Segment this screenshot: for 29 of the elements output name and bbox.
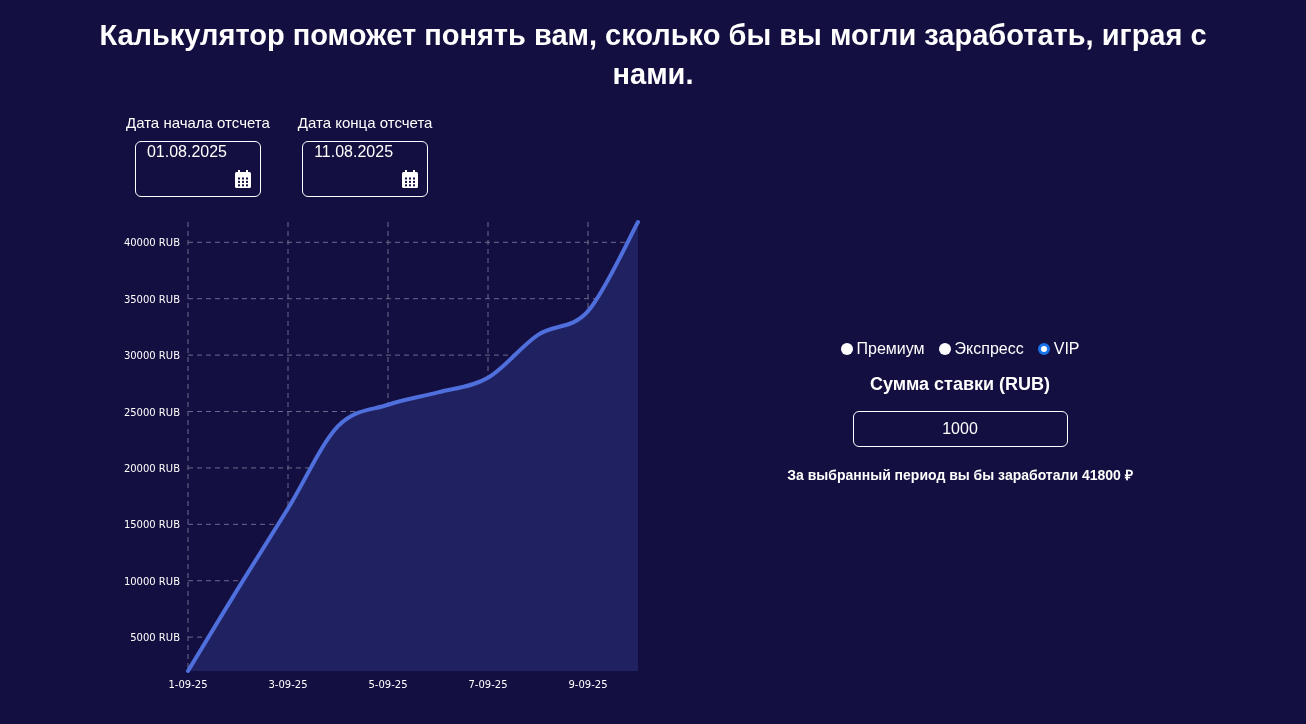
date-label: Дата начала отсчета [126, 114, 270, 131]
x-axis-label: 3-09-25 [268, 679, 308, 690]
stake-label: Сумма ставки (RUB) [869, 374, 1051, 395]
radio-icon[interactable] [938, 343, 951, 355]
y-axis-label: 35000 RUB [123, 293, 180, 305]
x-axis-label: 5-09-25 [368, 679, 408, 690]
stake-input[interactable]: 1000 [852, 411, 1068, 447]
result-text: За выбранный период вы бы заработали 41800 ₽ [787, 466, 1133, 484]
date-field[interactable]: 11.08.2025 [302, 141, 429, 197]
calendar-icon[interactable] [402, 170, 419, 188]
radio-option[interactable]: Премиум [840, 340, 925, 358]
y-axis-label: 20000 RUB [123, 462, 180, 474]
y-axis-label: 10000 RUB [123, 575, 180, 587]
date-label: Дата конца отсчета [297, 114, 433, 131]
x-axis-label: 9-09-25 [568, 679, 608, 690]
radio-icon[interactable] [840, 343, 853, 355]
y-axis-label: 30000 RUB [123, 350, 180, 362]
x-axis-label: 7-09-25 [468, 679, 508, 690]
y-axis-label: 40000 RUB [123, 237, 180, 249]
page-title: Калькулятор поможет понять вам, сколько бы вы могли заработать, играя с нами. [98, 18, 1208, 92]
calendar-icon[interactable] [234, 170, 251, 188]
radio-option[interactable]: Экспресс [938, 340, 1024, 358]
y-axis-label: 25000 RUB [123, 406, 180, 418]
y-axis-label: 15000 RUB [123, 519, 180, 531]
x-axis-label: 1-09-25 [168, 679, 208, 690]
radio-option[interactable]: VIP [1037, 340, 1080, 358]
radio-icon[interactable] [1037, 343, 1050, 355]
y-axis-label: 5000 RUB [130, 632, 180, 644]
date-field[interactable]: 01.08.2025 [134, 141, 261, 197]
